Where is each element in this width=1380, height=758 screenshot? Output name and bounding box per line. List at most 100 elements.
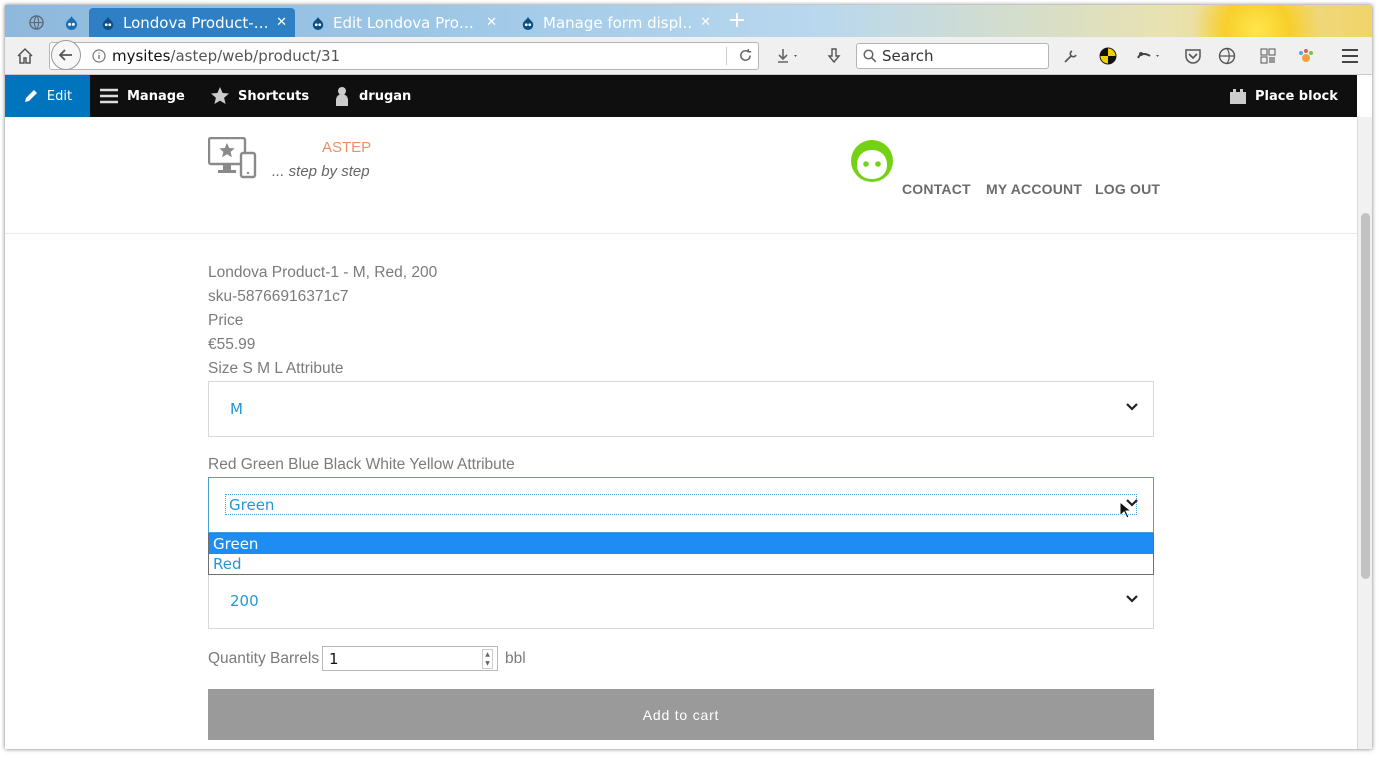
site-logo[interactable] xyxy=(207,136,258,183)
quantity-stepper[interactable]: 1 ▲ ▼ xyxy=(322,646,498,671)
pinned-tab-globe[interactable] xyxy=(22,8,50,37)
color-options-dropdown: Green Red xyxy=(208,533,1154,575)
info-icon[interactable] xyxy=(92,48,106,67)
pocket-download-button[interactable] xyxy=(823,43,845,69)
tab-title: Londova Product-… xyxy=(123,13,269,32)
url-bar[interactable]: mysites/astep/web/product/31 xyxy=(49,42,759,70)
volume-select[interactable]: 200 xyxy=(208,573,1154,629)
bug-icon xyxy=(1137,52,1159,59)
globe-shield-icon xyxy=(1218,47,1236,65)
avatar[interactable] xyxy=(850,139,894,187)
toolbar-user-button[interactable]: drugan xyxy=(333,75,411,117)
extension-menu-button[interactable] xyxy=(1132,43,1166,69)
tab-manage-form-display[interactable]: Manage form displ… ✕ xyxy=(509,8,719,37)
crash-test-button[interactable] xyxy=(1097,43,1119,69)
paw-extension-button[interactable] xyxy=(1295,43,1317,69)
download-icon xyxy=(778,49,797,63)
tab-londova-product[interactable]: Londova Product-… ✕ xyxy=(89,8,295,37)
url-host: mysites xyxy=(112,47,171,65)
close-icon[interactable]: ✕ xyxy=(700,15,711,30)
grid-icon xyxy=(1260,48,1276,64)
size-select[interactable]: M xyxy=(208,381,1154,437)
quantity-label: Quantity Barrels xyxy=(208,650,320,667)
site-slogan: ... step by step xyxy=(272,163,370,180)
navigation-bar: mysites/astep/web/product/31 Search xyxy=(5,37,1372,75)
stepper-spinner[interactable]: ▲ ▼ xyxy=(482,649,493,669)
product-price: €55.99 xyxy=(208,336,256,353)
product-sku: sku-58766916371c7 xyxy=(208,288,349,305)
pinned-tab-drupal[interactable] xyxy=(57,8,85,37)
hamburger-menu-icon xyxy=(1342,49,1358,63)
search-box[interactable]: Search xyxy=(856,43,1049,69)
price-label: Price xyxy=(208,312,244,329)
color-select[interactable]: Green xyxy=(208,477,1154,533)
wrench-icon xyxy=(1064,50,1077,63)
toolbar-edit-button[interactable]: Edit xyxy=(5,75,90,117)
screenshot-button[interactable] xyxy=(1257,43,1279,69)
page-content: ASTEP ... step by step CONTACT MY ACCOUN… xyxy=(5,117,1357,749)
crash-test-dummy-icon xyxy=(1099,47,1117,65)
arrow-down-icon xyxy=(827,48,841,64)
quantity-value: 1 xyxy=(329,650,339,668)
toolbar-user-label: drugan xyxy=(359,88,412,104)
add-to-cart-button[interactable]: Add to cart xyxy=(208,689,1154,740)
paw-icon xyxy=(1299,49,1313,62)
product-title: Londova Product-1 - M, Red, 200 xyxy=(208,264,438,281)
option-red[interactable]: Red xyxy=(209,554,1153,574)
url-path: /astep/web/product/31 xyxy=(170,47,341,65)
focus-ring xyxy=(225,494,1137,515)
scrollbar-thumb[interactable] xyxy=(1361,213,1370,579)
face-avatar-icon xyxy=(851,140,893,182)
home-button[interactable] xyxy=(13,43,37,69)
toolbar-manage-button[interactable]: Manage xyxy=(99,75,185,117)
stepper-up-icon[interactable]: ▲ xyxy=(483,650,492,659)
devices-logo-icon xyxy=(207,136,257,179)
toolbar-shortcuts-button[interactable]: Shortcuts xyxy=(210,75,309,117)
hamburger-menu-button[interactable] xyxy=(1338,43,1362,69)
toolbar-place-block-button[interactable]: Place block xyxy=(1229,75,1338,117)
menu-log-out[interactable]: LOG OUT xyxy=(1095,181,1160,197)
toolbar-place-block-label: Place block xyxy=(1255,88,1338,104)
mouse-cursor-icon xyxy=(1119,501,1131,519)
close-icon[interactable]: ✕ xyxy=(486,15,497,30)
toolbar-manage-label: Manage xyxy=(127,88,185,104)
back-button[interactable] xyxy=(51,40,81,70)
chevron-down-icon xyxy=(1126,403,1138,411)
site-name[interactable]: ASTEP xyxy=(322,139,371,156)
drupal-drop-icon xyxy=(102,16,114,30)
tab-edit-londova[interactable]: Edit Londova Pro… ✕ xyxy=(299,8,505,37)
stepper-down-icon[interactable]: ▼ xyxy=(483,659,492,668)
vpn-button[interactable] xyxy=(1216,43,1238,69)
size-select-value: M xyxy=(230,400,243,418)
user-icon xyxy=(336,87,348,106)
size-attribute-label: Size S M L Attribute xyxy=(208,360,344,377)
close-icon[interactable]: ✕ xyxy=(276,15,287,30)
quantity-unit: bbl xyxy=(505,650,526,667)
pocket-icon xyxy=(1185,49,1201,64)
downloads-button[interactable] xyxy=(771,43,805,69)
star-icon xyxy=(211,87,229,104)
header-divider xyxy=(5,233,1357,234)
drupal-drop-icon xyxy=(65,15,77,30)
option-green[interactable]: Green xyxy=(209,534,1153,554)
drupal-drop-icon xyxy=(522,16,534,30)
admin-toolbar: Edit Manage Shortcuts drugan Place block xyxy=(5,75,1357,117)
drupal-drop-icon xyxy=(312,16,324,30)
pocket-button[interactable] xyxy=(1182,43,1204,69)
browser-window: Londova Product-… ✕ Edit Londova Pro… ✕ … xyxy=(5,5,1372,749)
page-scrollbar[interactable] xyxy=(1357,117,1372,749)
tab-title: Edit Londova Pro… xyxy=(333,13,474,32)
menu-contact[interactable]: CONTACT xyxy=(902,181,971,197)
color-attribute-label: Red Green Blue Black White Yellow Attrib… xyxy=(208,456,515,473)
wrench-button[interactable] xyxy=(1060,43,1082,69)
volume-select-value: 200 xyxy=(230,592,259,610)
tab-title: Manage form displ… xyxy=(543,13,693,32)
search-placeholder: Search xyxy=(882,47,934,65)
new-tab-button[interactable]: + xyxy=(725,9,749,35)
url-text[interactable]: mysites/astep/web/product/31 xyxy=(112,47,340,65)
menu-my-account[interactable]: MY ACCOUNT xyxy=(986,181,1082,197)
reload-icon[interactable] xyxy=(738,48,753,67)
url-separator xyxy=(726,47,727,65)
home-icon xyxy=(17,47,33,64)
block-icon xyxy=(1230,89,1246,104)
